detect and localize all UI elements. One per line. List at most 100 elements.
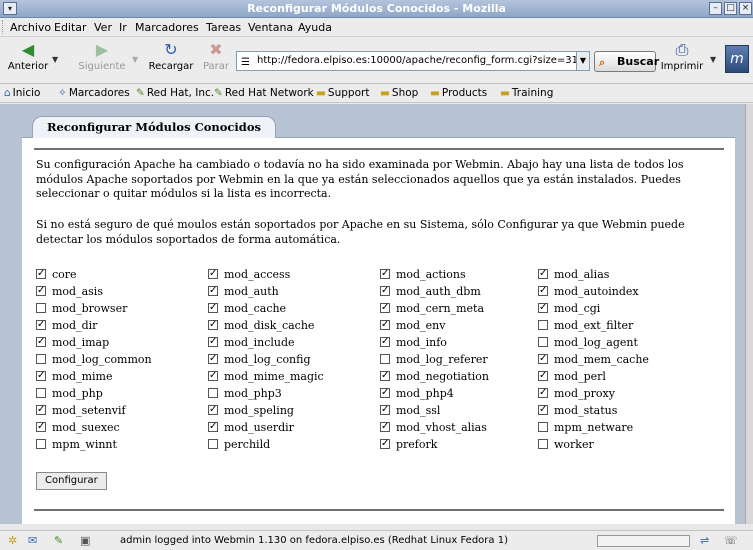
module-option[interactable]: mod_php (36, 387, 103, 404)
module-option[interactable]: mod_setenvif (36, 403, 126, 421)
module-option[interactable]: mod_negotiation (380, 369, 489, 387)
module-checkbox[interactable] (380, 386, 390, 400)
module-option[interactable]: perchild (208, 438, 270, 455)
module-option[interactable]: mod_mime_magic (208, 369, 324, 387)
module-checkbox[interactable] (538, 337, 548, 347)
module-checkbox[interactable] (208, 318, 218, 332)
mail-icon[interactable]: ✉ (28, 534, 37, 547)
module-checkbox[interactable] (36, 318, 46, 332)
module-checkbox[interactable] (208, 301, 218, 315)
module-checkbox[interactable] (538, 386, 548, 400)
maximize-button[interactable]: □ (724, 2, 737, 15)
composer-icon[interactable]: ✎ (54, 534, 63, 547)
module-option[interactable]: mod_access (208, 267, 290, 285)
module-checkbox[interactable] (538, 301, 548, 315)
menu-ventana[interactable]: Ventana (248, 21, 293, 34)
module-checkbox[interactable] (36, 369, 46, 383)
module-option[interactable]: mod_log_agent (538, 336, 638, 353)
module-checkbox[interactable] (538, 320, 548, 330)
module-option[interactable]: mod_asis (36, 284, 103, 302)
module-option[interactable]: mod_env (380, 318, 445, 336)
url-input[interactable]: ☰ http://fedora.elpiso.es:10000/apache/r… (236, 51, 590, 71)
print-button[interactable]: ⎙ Imprimir (660, 41, 704, 73)
module-option[interactable]: mod_auth_dbm (380, 284, 481, 302)
search-button[interactable]: ⌕ Buscar (594, 51, 659, 72)
url-history-dropdown[interactable]: ▼ (576, 52, 589, 70)
module-option[interactable]: mod_alias (538, 267, 609, 285)
module-option[interactable]: mod_autoindex (538, 284, 639, 302)
module-checkbox[interactable] (538, 284, 548, 298)
forward-button[interactable]: ▶ Siguiente (74, 41, 130, 73)
module-option[interactable]: mod_log_common (36, 353, 152, 370)
module-option[interactable]: mpm_netware (538, 421, 633, 438)
bookmark-products[interactable]: ▬ Products (430, 87, 487, 99)
module-option[interactable]: prefork (380, 437, 437, 455)
module-checkbox[interactable] (380, 420, 390, 434)
bookmark-support[interactable]: ▬ Support (316, 87, 369, 99)
module-checkbox[interactable] (538, 439, 548, 449)
bookmark-redhat-network[interactable]: ✎ Red Hat Network (214, 87, 314, 99)
online-status-icon[interactable]: ⇌ (700, 534, 709, 547)
module-option[interactable]: mod_php3 (208, 387, 282, 404)
module-checkbox[interactable] (380, 369, 390, 383)
module-option[interactable]: core (36, 267, 77, 285)
module-checkbox[interactable] (208, 439, 218, 449)
module-option[interactable]: mod_cern_meta (380, 301, 484, 319)
address-book-icon[interactable]: ▣ (80, 534, 90, 547)
module-option[interactable]: mod_browser (36, 302, 127, 319)
module-option[interactable]: mod_cgi (538, 301, 600, 319)
module-option[interactable]: mod_auth (208, 284, 279, 302)
module-option[interactable]: mod_actions (380, 267, 466, 285)
configure-button[interactable]: Configurar (36, 472, 107, 490)
module-option[interactable]: mod_ssl (380, 403, 440, 421)
module-checkbox[interactable] (380, 437, 390, 451)
reload-button[interactable]: ↻ Recargar (146, 41, 196, 73)
module-option[interactable]: mod_proxy (538, 386, 615, 404)
menu-marcadores[interactable]: Marcadores (135, 21, 199, 34)
menu-ir[interactable]: Ir (119, 21, 127, 34)
module-checkbox[interactable] (208, 335, 218, 349)
module-option[interactable]: mod_ext_filter (538, 319, 633, 336)
forward-history-dropdown[interactable]: ▼ (132, 55, 138, 64)
navigator-icon[interactable]: ✲ (8, 534, 17, 547)
module-option[interactable]: mod_info (380, 335, 447, 353)
close-button[interactable]: × (739, 2, 752, 15)
module-checkbox[interactable] (36, 267, 46, 281)
module-option[interactable]: mod_perl (538, 369, 606, 387)
menu-archivo[interactable]: Archivo (10, 21, 51, 34)
module-option[interactable]: mod_vhost_alias (380, 420, 487, 438)
module-checkbox[interactable] (208, 420, 218, 434)
module-option[interactable]: worker (538, 438, 594, 455)
bookmark-marcadores[interactable]: ✧ Marcadores (58, 87, 130, 99)
module-checkbox[interactable] (538, 267, 548, 281)
module-option[interactable]: mod_log_referer (380, 353, 488, 370)
module-checkbox[interactable] (36, 403, 46, 417)
menu-ayuda[interactable]: Ayuda (298, 21, 332, 34)
module-option[interactable]: mod_imap (36, 335, 109, 353)
module-checkbox[interactable] (380, 354, 390, 364)
back-history-dropdown[interactable]: ▼ (52, 55, 58, 64)
module-option[interactable]: mod_userdir (208, 420, 294, 438)
print-dropdown[interactable]: ▼ (710, 55, 716, 64)
module-option[interactable]: mod_php4 (380, 386, 454, 404)
menu-tareas[interactable]: Tareas (206, 21, 241, 34)
module-option[interactable]: mod_suexec (36, 420, 120, 438)
stop-button[interactable]: ✖ Parar (200, 41, 232, 73)
module-checkbox[interactable] (380, 403, 390, 417)
module-option[interactable]: mod_mime (36, 369, 112, 387)
module-checkbox[interactable] (208, 403, 218, 417)
module-checkbox[interactable] (380, 318, 390, 332)
module-checkbox[interactable] (36, 303, 46, 313)
bookmark-redhat-inc[interactable]: ✎ Red Hat, Inc. (136, 87, 214, 99)
module-checkbox[interactable] (380, 335, 390, 349)
security-icon[interactable]: ☏ (724, 534, 738, 547)
menu-ver[interactable]: Ver (94, 21, 112, 34)
module-option[interactable]: mod_speling (208, 403, 294, 421)
module-option[interactable]: mod_disk_cache (208, 318, 314, 336)
bookmark-training[interactable]: ▬ Training (500, 87, 553, 99)
module-checkbox[interactable] (36, 420, 46, 434)
module-checkbox[interactable] (380, 284, 390, 298)
module-checkbox[interactable] (36, 284, 46, 298)
minimize-button[interactable]: – (709, 2, 722, 15)
module-option[interactable]: mod_cache (208, 301, 286, 319)
